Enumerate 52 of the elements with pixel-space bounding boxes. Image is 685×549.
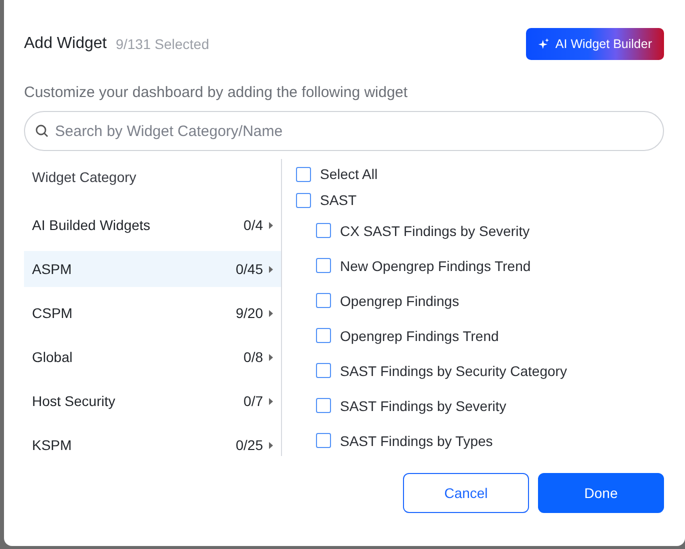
category-count: 0/4 xyxy=(244,217,263,233)
done-button[interactable]: Done xyxy=(538,473,664,513)
category-name: AI Builded Widgets xyxy=(32,217,152,233)
ai-widget-builder-button[interactable]: AI Widget Builder xyxy=(526,28,664,60)
checkbox-label: SAST Findings by Types xyxy=(340,432,493,448)
dialog-title: Add Widget xyxy=(24,35,107,53)
category-name: CSPM xyxy=(32,305,74,321)
caret-icon xyxy=(269,266,273,272)
checkbox-label: Opengrep Findings Trend xyxy=(340,328,499,344)
category-name: Host Security xyxy=(32,393,116,409)
caret-icon xyxy=(269,222,273,228)
category-name: ASPM xyxy=(32,261,73,277)
category-heading: Widget Category xyxy=(31,168,138,187)
checkbox[interactable] xyxy=(316,293,331,308)
selected-count: 9/131 Selected xyxy=(116,36,210,52)
checkbox-label: SAST Findings by Security Category xyxy=(340,362,567,378)
category-count: 0/45 xyxy=(236,261,263,277)
category-item[interactable]: Global 0/8 xyxy=(24,339,281,375)
checkbox-label: SAST Findings by Severity xyxy=(340,398,506,414)
checkbox-label: Select All xyxy=(320,166,378,182)
category-count: 0/8 xyxy=(244,349,263,365)
checkbox-label: New Opengrep Findings Trend xyxy=(340,258,531,274)
checkbox[interactable] xyxy=(316,223,331,238)
category-item[interactable]: CSPM 9/20 xyxy=(24,295,281,331)
description: Customize your dashboard by adding the following widget xyxy=(24,84,409,101)
caret-icon xyxy=(269,310,273,316)
category-name: Global xyxy=(32,349,74,365)
category-count: 0/25 xyxy=(236,437,263,453)
category-item[interactable]: KSPM 0/25 xyxy=(24,427,281,456)
checkbox-label: CX SAST Findings by Severity xyxy=(340,222,530,238)
checkbox[interactable] xyxy=(296,192,311,208)
caret-icon xyxy=(269,442,273,448)
category-item[interactable]: ASPM 0/45 xyxy=(24,251,281,287)
checkbox[interactable] xyxy=(316,398,331,413)
checkbox-label: Opengrep Findings xyxy=(340,292,460,308)
category-count: 0/7 xyxy=(244,393,263,409)
checkbox[interactable] xyxy=(316,363,331,378)
checkbox[interactable] xyxy=(316,433,331,448)
search-icon xyxy=(35,124,49,138)
category-name: KSPM xyxy=(32,437,73,453)
cancel-button[interactable]: Cancel xyxy=(403,473,529,513)
checkbox[interactable] xyxy=(316,258,331,273)
category-count: 9/20 xyxy=(236,305,263,321)
search-field[interactable]: Search by Widget Category/Name xyxy=(24,111,664,151)
caret-icon xyxy=(269,398,273,404)
category-item[interactable]: Host Security 0/7 xyxy=(24,383,281,419)
checkbox[interactable] xyxy=(316,328,331,343)
sparkle-icon xyxy=(538,37,550,51)
checkbox[interactable] xyxy=(296,166,311,182)
category-item[interactable]: AI Builded Widgets 0/4 xyxy=(24,207,281,243)
caret-icon xyxy=(269,354,273,360)
checkbox-label: SAST xyxy=(320,192,357,208)
